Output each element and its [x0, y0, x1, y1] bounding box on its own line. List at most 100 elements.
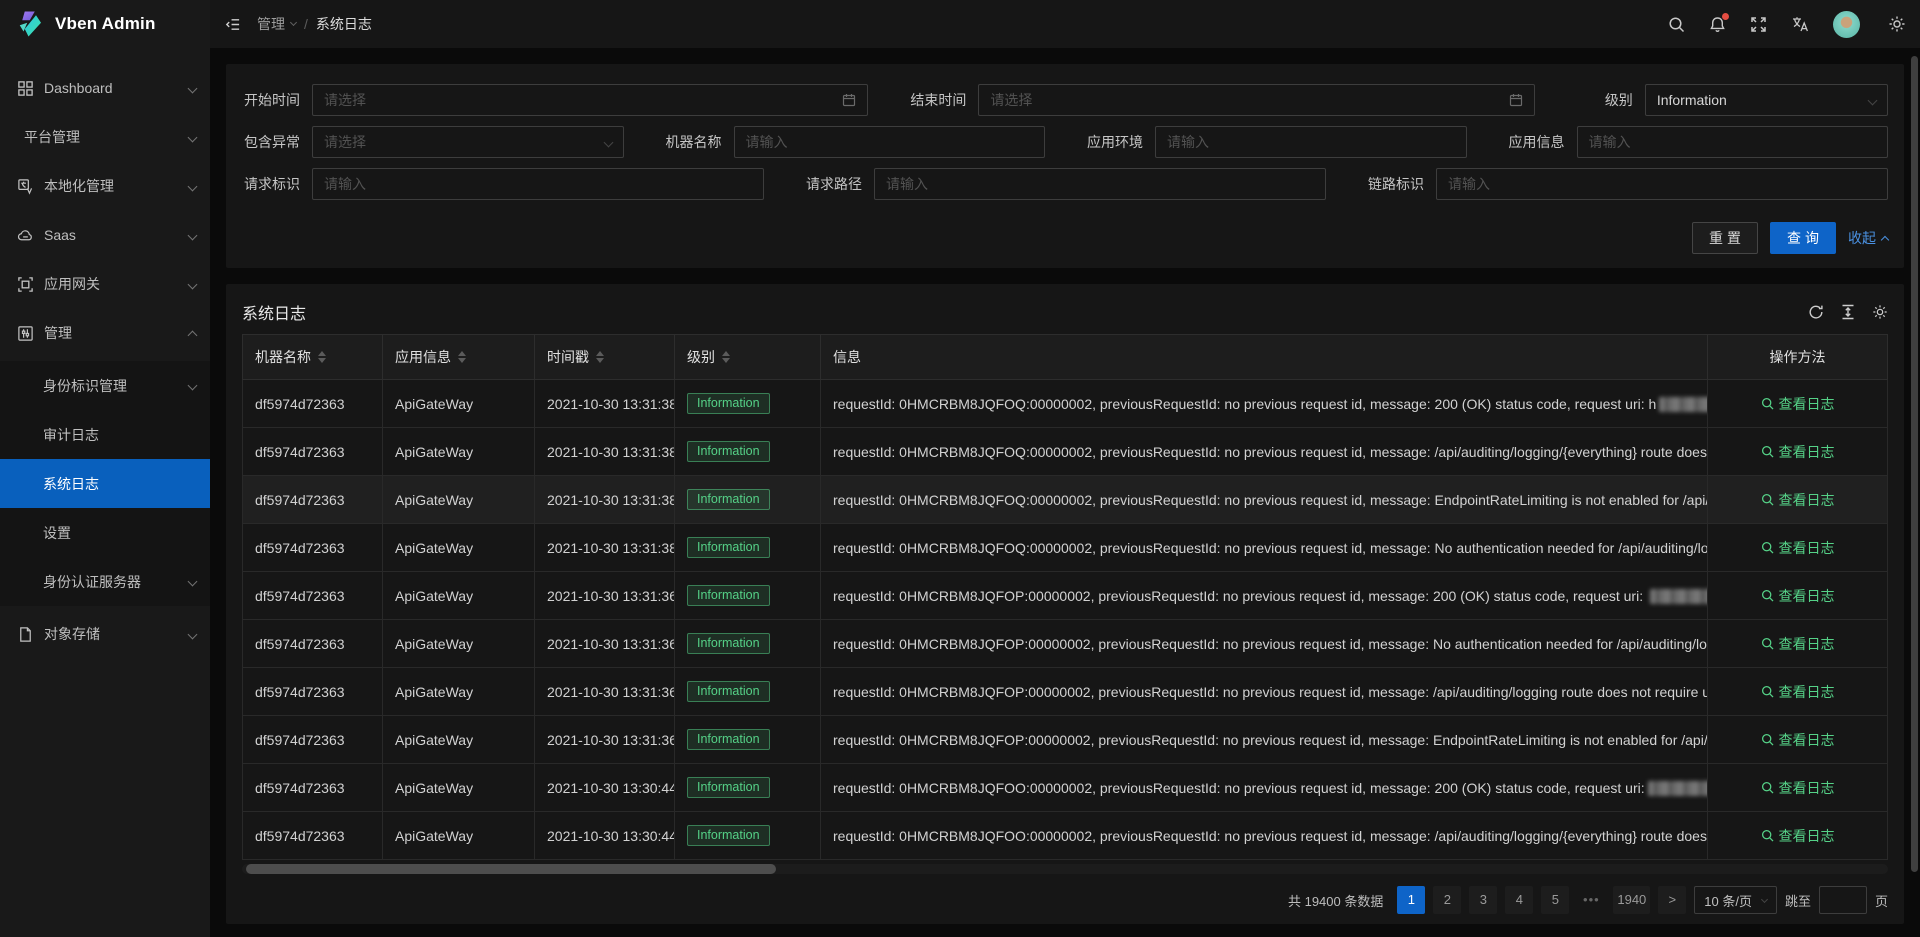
- level-badge: Information: [687, 441, 770, 462]
- sort-icon[interactable]: [722, 351, 730, 363]
- avatar[interactable]: [1833, 11, 1860, 38]
- breadcrumb-section[interactable]: 管理: [257, 14, 296, 34]
- field-label: 应用信息: [1507, 132, 1565, 152]
- next-page-button[interactable]: >: [1658, 886, 1686, 914]
- view-log-label: 查看日志: [1779, 730, 1835, 750]
- sidebar-item-object-storage[interactable]: 对象存储: [0, 613, 210, 655]
- vertical-scrollbar-thumb[interactable]: [1911, 56, 1918, 872]
- localization-icon: [17, 178, 34, 195]
- request-id-input[interactable]: 请输入: [312, 168, 764, 200]
- sidebar-item-auth-server[interactable]: 身份认证服务器: [0, 557, 210, 606]
- sidebar-item-dashboard[interactable]: Dashboard: [0, 67, 210, 109]
- pages-ellipsis[interactable]: •••: [1577, 886, 1605, 914]
- refresh-icon[interactable]: [1808, 304, 1824, 320]
- row-height-icon[interactable]: [1840, 304, 1856, 320]
- translate-icon[interactable]: [1791, 15, 1809, 33]
- col-level[interactable]: 级别: [675, 335, 821, 380]
- cell-timestamp: 2021-10-30 13:31:36: [535, 716, 675, 764]
- chevron-down-icon: [1761, 895, 1768, 902]
- view-log-link[interactable]: 查看日志: [1761, 394, 1835, 414]
- breadcrumb: 管理 / 系统日志: [257, 14, 372, 34]
- table-row: df5974d72363ApiGateWay2021-10-30 13:31:3…: [243, 668, 1888, 716]
- management-sliders-icon: [17, 325, 34, 342]
- sidebar-item-system-logs[interactable]: 系统日志: [0, 459, 210, 508]
- view-log-link[interactable]: 查看日志: [1761, 634, 1835, 654]
- view-log-link[interactable]: 查看日志: [1761, 778, 1835, 798]
- bell-icon[interactable]: [1709, 16, 1726, 33]
- cell-app-info: ApiGateWay: [383, 524, 535, 572]
- view-log-link[interactable]: 查看日志: [1761, 490, 1835, 510]
- sidebar-item-gateway[interactable]: 应用网关: [0, 263, 210, 305]
- sidebar-item-audit-logs[interactable]: 审计日志: [0, 410, 210, 459]
- sort-icon[interactable]: [596, 351, 604, 363]
- start-time-datepicker[interactable]: 请选择: [312, 84, 868, 116]
- cell-machine-name: df5974d72363: [243, 524, 383, 572]
- page-button[interactable]: 1940: [1613, 886, 1650, 914]
- magnifier-icon: [1761, 685, 1774, 698]
- chevron-down-icon: [188, 83, 198, 93]
- end-time-datepicker[interactable]: 请选择: [978, 84, 1534, 116]
- view-log-link[interactable]: 查看日志: [1761, 442, 1835, 462]
- request-path-input[interactable]: 请输入: [874, 168, 1326, 200]
- view-log-link[interactable]: 查看日志: [1761, 586, 1835, 606]
- sidebar-item-settings[interactable]: 设置: [0, 508, 210, 557]
- sidebar-item-management[interactable]: 管理: [0, 312, 210, 354]
- view-log-label: 查看日志: [1779, 538, 1835, 558]
- storage-file-icon: [17, 626, 34, 643]
- sidebar-item-localization[interactable]: 本地化管理: [0, 165, 210, 207]
- reset-button[interactable]: 重置: [1692, 222, 1758, 254]
- view-log-link[interactable]: 查看日志: [1761, 538, 1835, 558]
- cell-actions: 查看日志: [1708, 668, 1888, 716]
- field-label: 级别: [1575, 90, 1633, 110]
- table-row: df5974d72363ApiGateWay2021-10-30 13:31:3…: [243, 572, 1888, 620]
- cell-message: requestId: 0HMCRBM8JQFOO:00000002, previ…: [821, 764, 1708, 812]
- view-log-link[interactable]: 查看日志: [1761, 682, 1835, 702]
- page-button[interactable]: 4: [1505, 886, 1533, 914]
- col-timestamp[interactable]: 时间戳: [535, 335, 675, 380]
- view-log-link[interactable]: 查看日志: [1761, 730, 1835, 750]
- view-log-link[interactable]: 查看日志: [1761, 826, 1835, 846]
- gateway-scan-icon: [17, 276, 34, 293]
- redacted-blur: [1659, 397, 1707, 412]
- exception-select[interactable]: 请选择: [312, 126, 624, 158]
- sidebar-item-platform-mgmt[interactable]: 平台管理: [0, 116, 210, 158]
- col-machine-name[interactable]: 机器名称: [243, 335, 383, 380]
- menu-fold-icon[interactable]: [224, 16, 241, 33]
- page-size-select[interactable]: 10 条/页: [1694, 886, 1777, 914]
- field-label: 机器名称: [664, 132, 722, 152]
- search-button[interactable]: 查询: [1770, 222, 1836, 254]
- cell-message: requestId: 0HMCRBM8JQFOQ:00000002, previ…: [821, 524, 1708, 572]
- log-message: requestId: 0HMCRBM8JQFOO:00000002, previ…: [833, 828, 1708, 844]
- sort-icon[interactable]: [458, 351, 466, 363]
- machine-name-input[interactable]: 请输入: [734, 126, 1046, 158]
- page-button[interactable]: 1: [1397, 886, 1425, 914]
- field-request-id: 请求标识 请输入: [242, 168, 764, 200]
- cell-level: Information: [675, 428, 821, 476]
- level-select[interactable]: Information: [1645, 84, 1888, 116]
- view-log-label: 查看日志: [1779, 682, 1835, 702]
- horizontal-scrollbar-thumb[interactable]: [246, 864, 776, 874]
- app-env-input[interactable]: 请输入: [1155, 126, 1467, 158]
- horizontal-scrollbar[interactable]: [242, 864, 1888, 874]
- sort-icon[interactable]: [318, 351, 326, 363]
- page-jump-input[interactable]: [1819, 886, 1867, 914]
- sidebar-item-identity-mgmt[interactable]: 身份标识管理: [0, 361, 210, 410]
- page-button[interactable]: 3: [1469, 886, 1497, 914]
- trace-id-input[interactable]: 请输入: [1436, 168, 1888, 200]
- page-button[interactable]: 5: [1541, 886, 1569, 914]
- sidebar-item-saas[interactable]: Saas: [0, 214, 210, 256]
- field-app-info: 应用信息 请输入: [1507, 126, 1889, 158]
- logo[interactable]: Vben Admin: [0, 0, 210, 48]
- column-settings-icon[interactable]: [1872, 304, 1888, 320]
- settings-gear-icon[interactable]: [1888, 15, 1906, 33]
- collapse-link[interactable]: 收起: [1848, 228, 1888, 248]
- fullscreen-icon[interactable]: [1750, 16, 1767, 33]
- chevron-down-icon: [1868, 95, 1878, 105]
- app-info-input[interactable]: 请输入: [1577, 126, 1889, 158]
- search-icon[interactable]: [1668, 16, 1685, 33]
- col-app-info[interactable]: 应用信息: [383, 335, 535, 380]
- cell-actions: 查看日志: [1708, 572, 1888, 620]
- page-button[interactable]: 2: [1433, 886, 1461, 914]
- field-label: 应用环境: [1085, 132, 1143, 152]
- cell-message: requestId: 0HMCRBM8JQFOO:00000002, previ…: [821, 812, 1708, 860]
